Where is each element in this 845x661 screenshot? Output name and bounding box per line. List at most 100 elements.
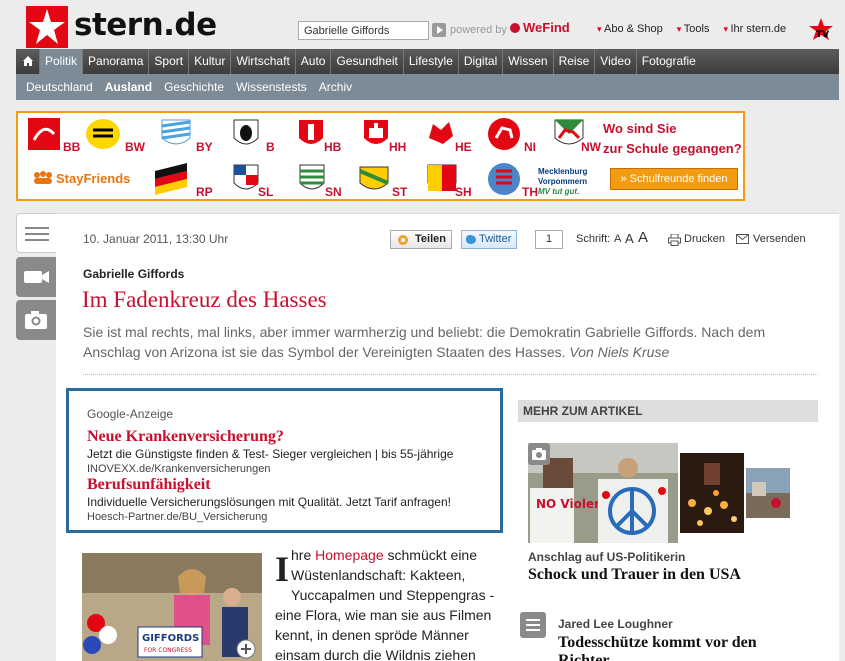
- article-list-badge: [520, 612, 546, 638]
- ad-url-berufsunfaehigkeit[interactable]: Hoesch-Partner.de/BU_Versicherung: [87, 511, 267, 523]
- article-image[interactable]: GIFFORDS FOR CONGRESS: [82, 553, 262, 661]
- gallery-image-protest: NO Violence: [528, 443, 678, 543]
- photo-gallery-teaser[interactable]: NO Violence: [528, 443, 790, 543]
- lower-saxony-crest-icon: [488, 118, 520, 150]
- search-input[interactable]: [298, 21, 429, 40]
- nav-lifestyle[interactable]: Lifestyle: [404, 49, 459, 74]
- thuringia-crest-icon: [488, 163, 520, 195]
- state-code-hh: HH: [389, 140, 407, 154]
- nav-gesundheit[interactable]: Gesundheit: [331, 49, 404, 74]
- video-camera-icon: [24, 271, 49, 283]
- nav-fotografie[interactable]: Fotografie: [637, 49, 701, 74]
- state-code-st: ST: [392, 185, 408, 199]
- subnav-wissenstests[interactable]: Wissenstests: [230, 74, 313, 100]
- body-line-1-pre: hre: [291, 547, 316, 563]
- bavaria-crest-icon: [161, 119, 191, 145]
- top-link-tools[interactable]: Tools: [677, 23, 710, 35]
- body-line-4: eine Flora, wie man sie aus Filmen: [275, 607, 492, 623]
- subnav-archiv[interactable]: Archiv: [313, 74, 358, 100]
- video-tab-button[interactable]: [16, 257, 56, 297]
- photo-sign-subtext: FOR CONGRESS: [144, 647, 192, 654]
- dropcap: I: [275, 549, 290, 589]
- schulfreunde-finden-button[interactable]: » Schulfreunde finden: [610, 168, 738, 190]
- state-code-bw: BW: [125, 140, 145, 154]
- nav-kultur[interactable]: Kultur: [189, 49, 232, 74]
- send-label: Versenden: [753, 233, 806, 245]
- list-icon: [526, 619, 540, 631]
- divider: [83, 374, 818, 375]
- site-logo-text[interactable]: stern.de: [74, 7, 217, 43]
- font-size-medium-button[interactable]: A: [625, 231, 634, 246]
- state-code-by: BY: [196, 140, 213, 154]
- german-flag-icon: [155, 163, 187, 195]
- nav-video[interactable]: Video: [595, 49, 637, 74]
- ad-title-krankenversicherung[interactable]: Neue Krankenversicherung?: [87, 428, 284, 446]
- nav-wirtschaft[interactable]: Wirtschaft: [231, 49, 296, 74]
- article-author[interactable]: Von Niels Kruse: [569, 344, 669, 360]
- banner-question-line2: zur Schule gegangen?: [603, 141, 742, 156]
- font-size-small-button[interactable]: A: [614, 233, 621, 245]
- body-line-3: Yuccapalmen und Steppengras -: [291, 587, 495, 603]
- more-about-article-heading: MEHR ZUM ARTIKEL: [518, 400, 818, 422]
- share-icon: [398, 235, 408, 245]
- subnav-deutschland[interactable]: Deutschland: [20, 74, 99, 100]
- twitter-count: 1: [535, 230, 563, 249]
- nav-reise[interactable]: Reise: [554, 49, 596, 74]
- wefind-logo: WeFind: [510, 20, 570, 35]
- stern-tv-icon[interactable]: TV: [807, 17, 835, 43]
- stern-star-logo[interactable]: [26, 6, 68, 48]
- nav-politik[interactable]: Politik: [40, 49, 84, 74]
- subnav-ausland[interactable]: Ausland: [99, 74, 158, 100]
- state-code-hb: HB: [324, 140, 342, 154]
- google-ad-box: Google-Anzeige Neue Krankenversicherung?…: [66, 388, 503, 533]
- nav-digital[interactable]: Digital: [459, 49, 504, 74]
- state-code-sn: SN: [325, 185, 342, 199]
- side-item1-title[interactable]: Schock und Trauer in den USA: [528, 566, 741, 584]
- gallery-image-candles: [680, 453, 744, 533]
- gallery-image-memorial: [746, 468, 790, 518]
- ad-desc-berufsunfaehigkeit: Individuelle Versicherungslösungen mit Q…: [87, 495, 451, 509]
- side-item1-kicker: Anschlag auf US-Politikerin: [528, 550, 686, 564]
- state-code-sl: SL: [258, 185, 274, 199]
- photo-tab-button[interactable]: [16, 300, 56, 340]
- nav-panorama[interactable]: Panorama: [83, 49, 150, 74]
- body-line-6: einsam durch die Wildnis ziehen: [275, 647, 476, 661]
- menu-icon: [25, 227, 49, 241]
- state-code-rp: RP: [196, 185, 213, 199]
- article-kicker: Gabrielle Giffords: [83, 267, 185, 281]
- state-code-th: TH: [522, 185, 538, 199]
- subnav-geschichte[interactable]: Geschichte: [158, 74, 230, 100]
- mv-logo: Mecklenburg Vorpommern MV tut gut.: [538, 167, 587, 197]
- article-menu-button[interactable]: [16, 213, 56, 253]
- brandenburg-crest-icon: [28, 118, 60, 150]
- send-button[interactable]: Versenden: [736, 233, 806, 245]
- twitter-button[interactable]: Twitter: [461, 230, 518, 249]
- print-button[interactable]: Drucken: [668, 233, 725, 246]
- star-icon: [29, 9, 65, 44]
- top-links: Abo & Shop Tools Ihr stern.de: [597, 23, 786, 35]
- ad-url-krankenversicherung[interactable]: INOVEXX.de/Krankenversicherungen: [87, 463, 270, 475]
- ad-title-berufsunfaehigkeit[interactable]: Berufsunfähigkeit: [87, 476, 211, 494]
- stayfriends-banner-ad[interactable]: BB BW BY B HB HH HE NI NW Wo sind Sie zu…: [16, 111, 745, 201]
- banner-question-line1: Wo sind Sie: [603, 121, 677, 136]
- nav-sport[interactable]: Sport: [149, 49, 190, 74]
- stayfriends-logo: StayFriends: [56, 171, 131, 186]
- nav-auto[interactable]: Auto: [296, 49, 332, 74]
- sub-navigation: Deutschland Ausland Geschichte Wissenste…: [16, 74, 839, 100]
- camera-icon: [532, 448, 546, 460]
- nav-home[interactable]: [16, 49, 40, 74]
- side-item2-kicker: Jared Lee Loughner: [558, 617, 673, 631]
- homepage-link[interactable]: Homepage: [315, 547, 384, 563]
- site-header: stern.de powered by WeFind Abo & Shop To…: [0, 0, 845, 48]
- top-link-abo-shop[interactable]: Abo & Shop: [597, 23, 663, 35]
- ad-desc-krankenversicherung: Jetzt die Günstigste finden & Test- Sieg…: [87, 447, 454, 461]
- share-button[interactable]: Teilen: [390, 230, 452, 249]
- font-size-large-button[interactable]: A: [638, 229, 648, 246]
- state-code-sh: SH: [455, 185, 472, 199]
- top-link-ihr-stern[interactable]: Ihr stern.de: [723, 23, 787, 35]
- search-submit-button[interactable]: [432, 23, 446, 37]
- nav-wissen[interactable]: Wissen: [503, 49, 554, 74]
- hesse-crest-icon: [429, 122, 453, 144]
- gallery-camera-badge: [528, 443, 550, 465]
- side-item2-title[interactable]: Todesschütze kommt vor den Richter: [558, 634, 798, 661]
